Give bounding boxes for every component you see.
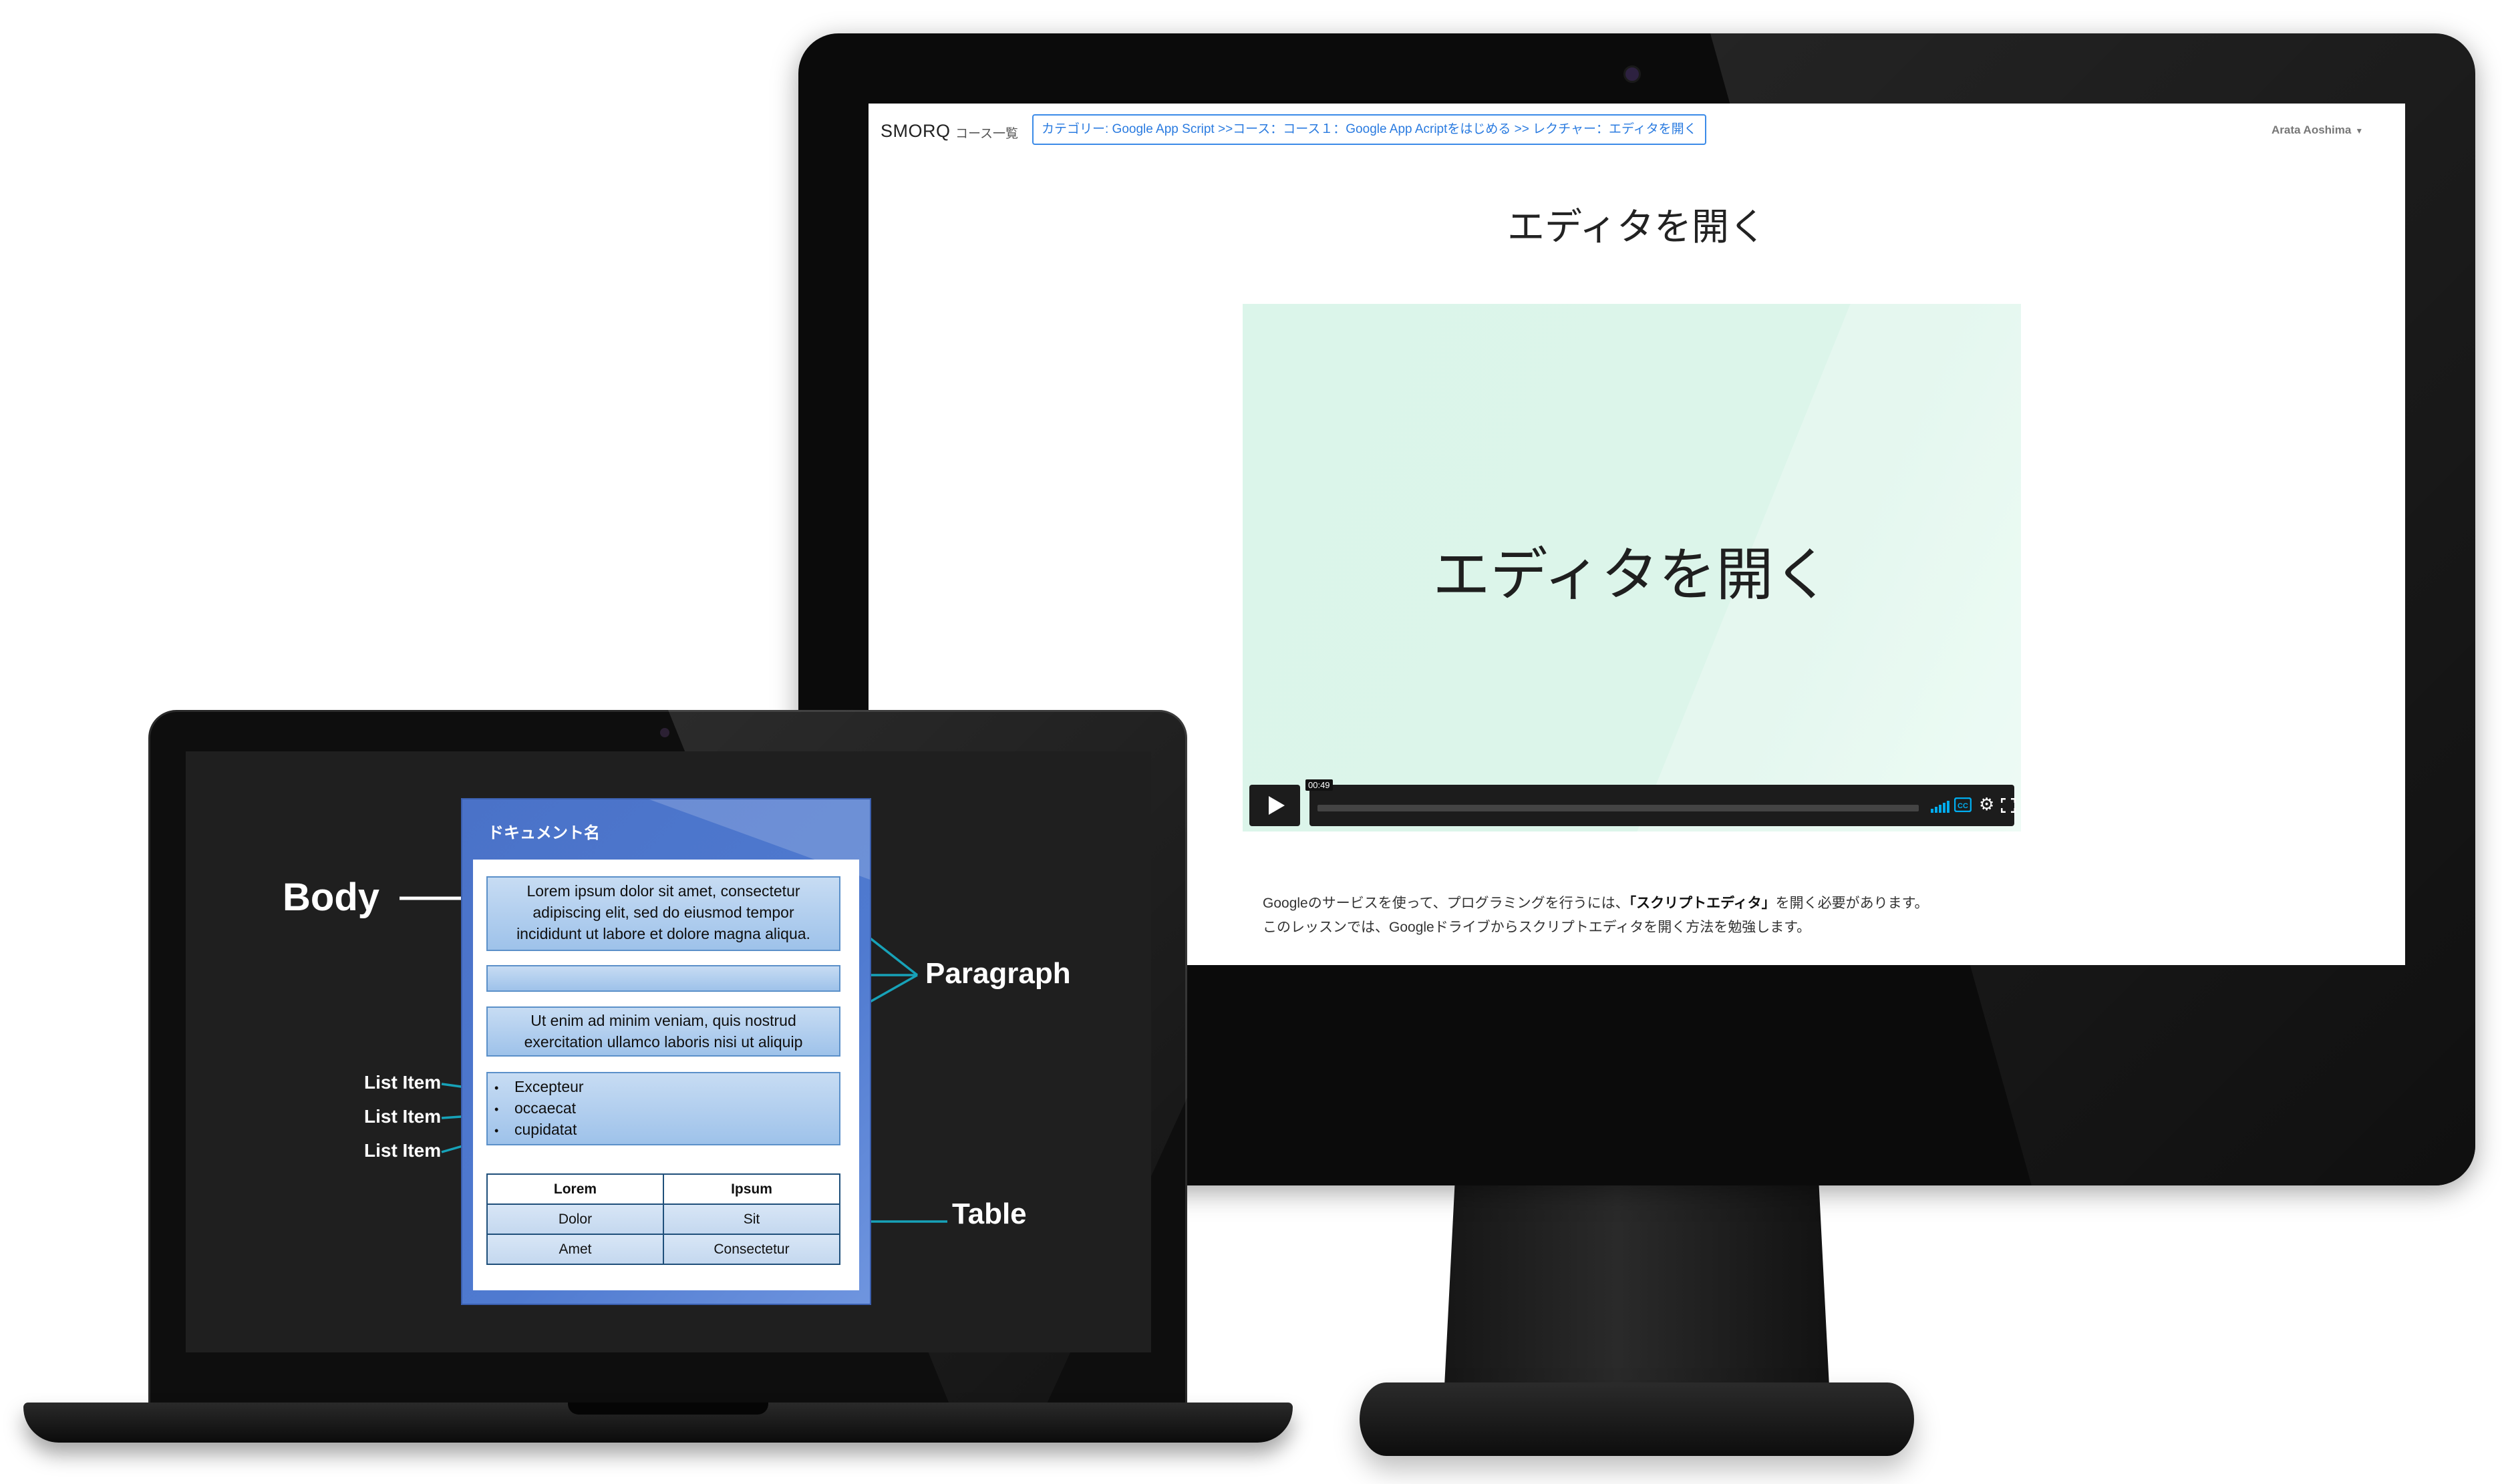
video-controls: 00:49 CC ⚙ xyxy=(1249,779,2016,826)
label-paragraph: Paragraph xyxy=(925,957,1071,990)
table-cell: Sit xyxy=(663,1203,840,1235)
label-list-item: List Item xyxy=(364,1140,442,1161)
brand-logo[interactable]: SMORQ xyxy=(881,121,951,142)
bullet-icon: • xyxy=(494,1081,499,1095)
cc-icon[interactable]: CC xyxy=(1953,797,1972,815)
document-body: Lorem ipsum dolor sit amet, consectetur … xyxy=(473,860,859,1290)
lesson-description: Googleのサービスを使って、プログラミングを行うには、「スクリプトエディタ」… xyxy=(1263,892,2198,940)
paragraph-line: exercitation ullamco laboris nisi ut ali… xyxy=(524,1033,803,1051)
list-item: • Excepteur xyxy=(494,1076,584,1099)
label-table: Table xyxy=(952,1197,1027,1230)
table-header-cell: Ipsum xyxy=(663,1173,840,1205)
user-menu[interactable]: Arata Aoshima ▼ xyxy=(2272,124,2363,137)
monitor-stand-neck xyxy=(1443,1185,1831,1413)
table-header-cell: Lorem xyxy=(486,1173,664,1205)
laptop-hinge-notch xyxy=(568,1403,768,1415)
video-player[interactable]: エディタを開く 00:49 CC ⚙ xyxy=(1243,304,2021,831)
document-table: Lorem Ipsum Dolor Sit Amet Consectetur xyxy=(486,1173,840,1265)
caret-down-icon: ▼ xyxy=(2355,126,2364,136)
svg-text:CC: CC xyxy=(1958,802,1968,810)
laptop-camera xyxy=(660,728,669,737)
paragraph-block: Ut enim ad minim veniam, quis nostrud ex… xyxy=(486,1006,840,1057)
settings-icon[interactable]: ⚙ xyxy=(1979,795,1994,813)
play-icon xyxy=(1269,796,1285,815)
paragraph-line: Ut enim ad minim veniam, quis nostrud xyxy=(530,1012,796,1029)
description-line-1: Googleのサービスを使って、プログラミングを行うには、「スクリプトエディタ」… xyxy=(1263,896,1929,911)
laptop-screen: ドキュメント名 Lorem ipsum dolor sit amet, cons… xyxy=(186,751,1151,1352)
video-slide-title: エディタを開く xyxy=(1432,543,1831,607)
fullscreen-icon[interactable] xyxy=(2000,797,2016,816)
monitor-stand-foot xyxy=(1360,1382,1914,1456)
label-list-item: List Item xyxy=(364,1106,442,1127)
table-cell: Consectetur xyxy=(663,1234,840,1265)
table-row: Dolor Sit xyxy=(486,1203,840,1235)
list-item: • occaecat xyxy=(494,1097,576,1120)
user-name: Arata Aoshima xyxy=(2272,124,2352,136)
description-line-2: このレッスンでは、Googleドライブからスクリプトエディタを開く方法を勉強しま… xyxy=(1263,920,1811,935)
paragraph-line: Lorem ipsum dolor sit amet, consectetur xyxy=(526,882,800,900)
list-item: • cupidatat xyxy=(494,1119,577,1141)
app-navbar: SMORQ コース一覧 カテゴリー: Google App Script >>コ… xyxy=(869,104,2405,157)
play-button[interactable] xyxy=(1249,785,1300,826)
paragraph-block: Lorem ipsum dolor sit amet, consectetur … xyxy=(486,876,840,951)
table-header-row: Lorem Ipsum xyxy=(486,1173,840,1205)
document-title: ドキュメント名 xyxy=(488,824,600,842)
progress-track[interactable] xyxy=(1317,805,1919,811)
label-list-item: List Item xyxy=(364,1072,442,1093)
label-body: Body xyxy=(283,876,379,919)
volume-icon[interactable] xyxy=(1931,799,1949,816)
empty-paragraph-block xyxy=(486,965,840,992)
paragraph-line: incididunt ut labore et dolore magna ali… xyxy=(516,925,810,942)
document-panel: ドキュメント名 Lorem ipsum dolor sit amet, cons… xyxy=(462,799,870,1304)
page-title: エディタを開く xyxy=(1507,206,1767,248)
paragraph-line: adipiscing elit, sed do eiusmod tempor xyxy=(532,904,794,921)
progress-bar-container: 00:49 CC ⚙ xyxy=(1305,779,2016,826)
bullet-icon: • xyxy=(494,1103,499,1116)
list-block: • Excepteur • occaecat • cupidatat xyxy=(486,1072,840,1145)
monitor-camera xyxy=(1623,65,1641,83)
nav-course-list-link[interactable]: コース一覧 xyxy=(955,124,1018,142)
bullet-icon: • xyxy=(494,1124,499,1137)
breadcrumb[interactable]: カテゴリー: Google App Script >>コース：コース１：Goog… xyxy=(1032,114,1706,145)
time-display: 00:49 xyxy=(1305,779,1333,791)
table-row: Amet Consectetur xyxy=(486,1234,840,1265)
table-cell: Amet xyxy=(486,1234,664,1265)
table-cell: Dolor xyxy=(486,1203,664,1235)
